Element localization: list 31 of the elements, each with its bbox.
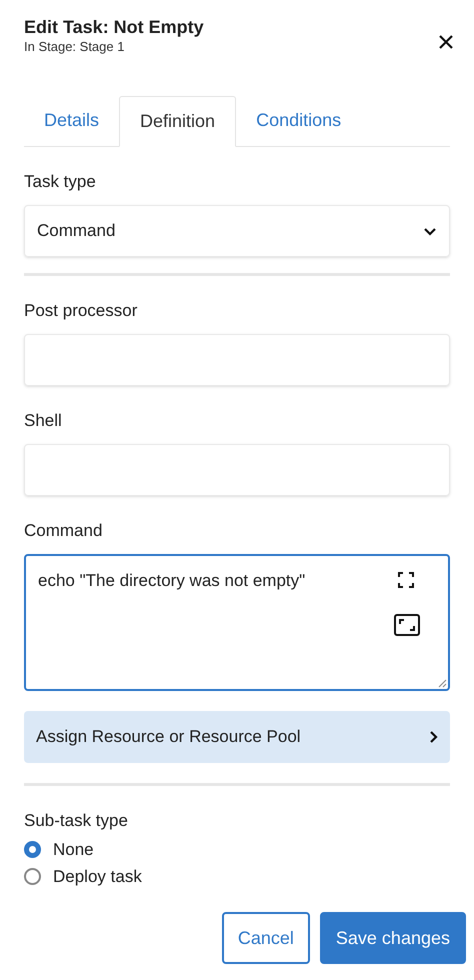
tab[interactable]: Details: [24, 95, 120, 146]
assign-resource-button[interactable]: Assign Resource or Resource Pool: [24, 711, 450, 763]
field-label: Task type: [24, 171, 97, 193]
chevron-right-icon: [429, 730, 438, 744]
radio-button[interactable]: [24, 868, 41, 885]
dialog-title: Edit Task: Not Empty: [24, 16, 204, 38]
radio-option[interactable]: None: [24, 836, 450, 863]
cancel-button[interactable]: Cancel: [222, 912, 310, 964]
field-label: Command: [24, 520, 104, 542]
tab[interactable]: Conditions: [236, 95, 362, 146]
radio-option[interactable]: Deploy task: [24, 863, 450, 890]
radio-button[interactable]: [24, 841, 41, 858]
radio-label: Deploy task: [53, 866, 142, 888]
stage-subtitle: In Stage: Stage 1: [24, 38, 126, 56]
save-button[interactable]: Save changes: [320, 912, 466, 964]
shell-field[interactable]: [24, 444, 450, 496]
command-field[interactable]: echo "The directory was not empty": [24, 554, 450, 691]
post-processor-field[interactable]: [24, 334, 450, 386]
field-label: Shell: [24, 410, 63, 432]
chevron-down-icon: [423, 226, 437, 236]
resize-handle-icon[interactable]: [438, 679, 447, 688]
field-label: Sub-task type: [24, 810, 129, 832]
fit-icon[interactable]: [394, 614, 420, 636]
radio-label: None: [53, 838, 94, 861]
task-type-dropdown[interactable]: Command: [24, 205, 450, 257]
close-icon: [438, 34, 454, 50]
dropdown-value: Command: [37, 220, 116, 242]
tab[interactable]: Definition: [119, 96, 236, 147]
expand-icon[interactable]: [398, 572, 414, 588]
field-label: Post processor: [24, 300, 138, 322]
command-text: echo "The directory was not empty": [38, 571, 306, 590]
